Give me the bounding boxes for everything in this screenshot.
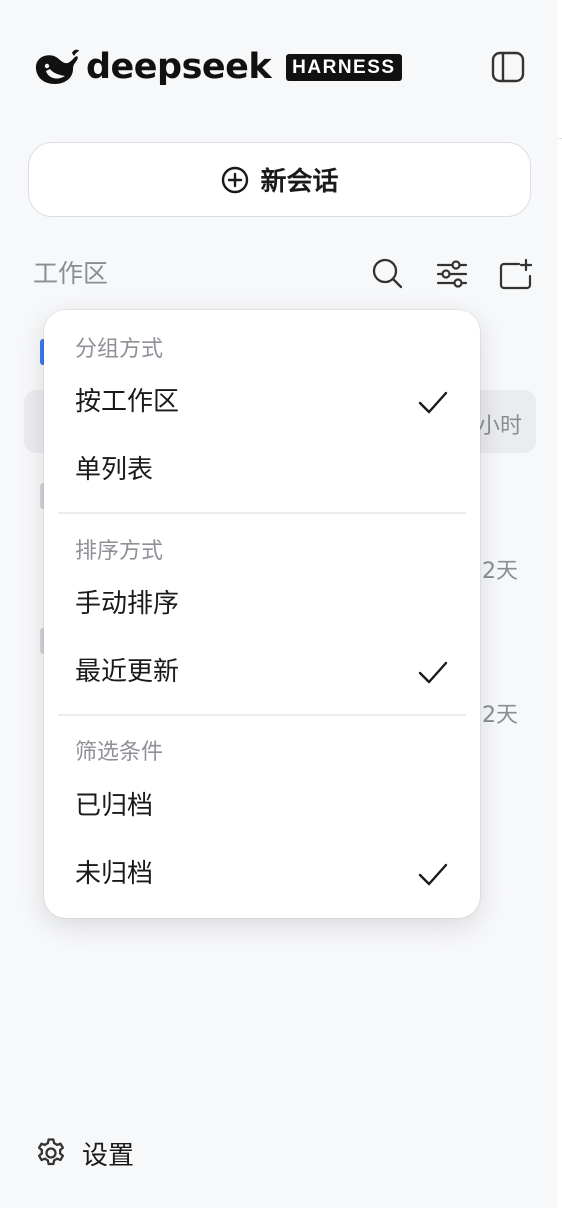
checkmark-icon	[418, 863, 448, 886]
sidebar-toggle-icon[interactable]	[490, 50, 526, 84]
search-icon[interactable]	[370, 256, 406, 292]
conversation-time: 2天	[482, 703, 518, 728]
filter-sliders-icon[interactable]	[434, 256, 470, 292]
brand-logo: deepseek HARNESS	[32, 44, 402, 90]
menu-section-title: 筛选条件	[75, 740, 164, 765]
checkmark-icon	[418, 391, 448, 414]
new-folder-icon[interactable]	[498, 256, 534, 292]
conversation-time: 小时	[478, 414, 523, 439]
new-chat-button[interactable]: 新会话	[28, 142, 531, 217]
view-options-menu: 分组方式 按工作区 单列表 排序方式 手动排序 最近更新 筛选条件 已归档 未归…	[44, 310, 480, 918]
menu-section-title: 排序方式	[75, 539, 164, 564]
settings-button[interactable]: 设置	[34, 1132, 134, 1174]
menu-item-label: 单列表	[75, 455, 154, 485]
menu-item-recently-updated[interactable]: 最近更新	[44, 643, 480, 701]
menu-item-single-list[interactable]: 单列表	[44, 441, 480, 499]
menu-item-label: 已归档	[75, 791, 154, 821]
menu-item-label: 未归档	[75, 859, 154, 889]
main-pane-edge	[558, 0, 562, 1208]
menu-item-label: 按工作区	[75, 387, 180, 417]
plus-circle-icon	[222, 166, 249, 193]
menu-divider	[58, 714, 466, 716]
menu-item-label: 最近更新	[75, 657, 180, 687]
menu-item-manual-sort[interactable]: 手动排序	[44, 575, 480, 633]
menu-divider	[58, 512, 466, 514]
menu-item-archived[interactable]: 已归档	[44, 777, 480, 835]
whale-logo-icon	[35, 49, 79, 84]
brand-wordmark: deepseek	[86, 47, 272, 87]
workspace-header-label: 工作区	[33, 259, 109, 288]
harness-badge: HARNESS	[286, 53, 402, 81]
menu-item-unarchived[interactable]: 未归档	[44, 845, 480, 903]
menu-item-group-by-workspace[interactable]: 按工作区	[44, 373, 480, 431]
menu-item-label: 手动排序	[75, 589, 180, 619]
settings-label: 设置	[82, 1140, 135, 1171]
conversation-time: 2天	[482, 559, 518, 584]
gear-icon	[37, 1138, 65, 1166]
new-chat-label: 新会话	[260, 167, 339, 197]
checkmark-icon	[418, 661, 448, 684]
sidebar: deepseek HARNESS 新会话 工作区 小时 2天 2天 分组方式 按…	[0, 0, 559, 1208]
menu-section-title: 分组方式	[75, 337, 164, 362]
